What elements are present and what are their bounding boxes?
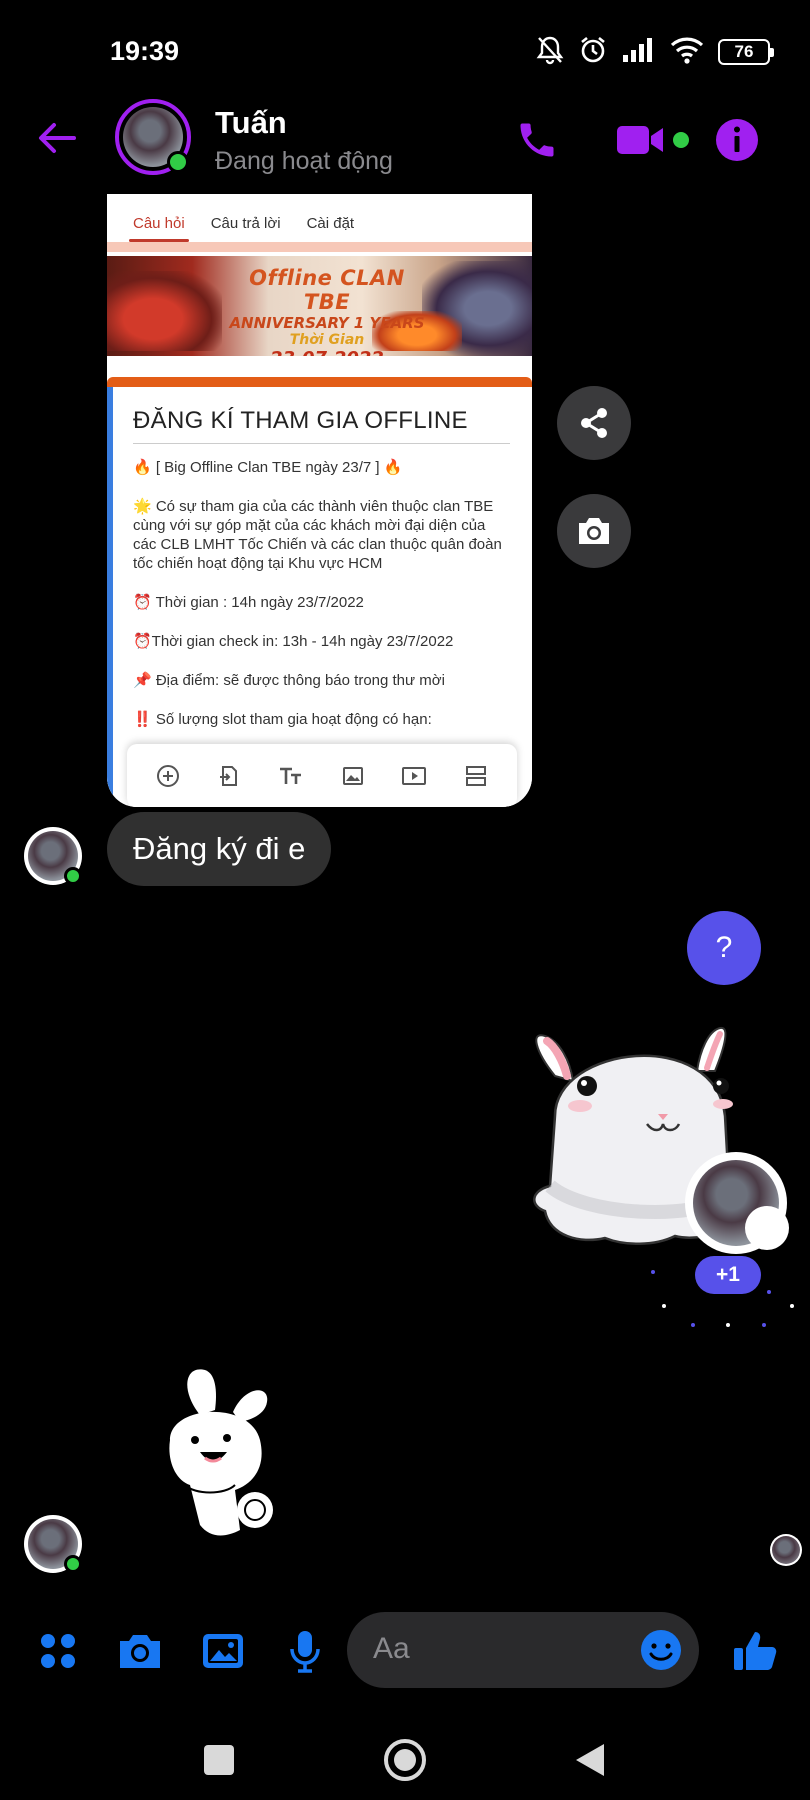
sparkle-dot [691,1323,695,1327]
triangle-back-icon [576,1744,604,1776]
gallery-button[interactable] [198,1626,248,1676]
banner-character-left [107,271,222,351]
import-icon [215,762,243,790]
event-banner: Offline CLAN TBE ANNIVERSARY 1 YEARS Thờ… [107,256,532,356]
sparkle-dot [767,1290,771,1294]
banner-text: Offline CLAN TBE ANNIVERSARY 1 YEARS Thờ… [227,266,427,356]
more-actions-button[interactable] [33,1626,83,1676]
status-icons: 76 [536,35,774,70]
emoji-button[interactable] [639,1628,683,1672]
camera-icon [579,518,609,544]
video-icon [400,762,428,790]
shared-image[interactable]: Câu hỏi Câu trả lời Cài đặt Offline CLAN… [107,194,532,807]
form-line: ⏰Thời gian check in: 13h - 14h ngày 23/7… [133,633,454,650]
online-indicator [167,151,189,173]
status-time: 19:39 [110,36,180,66]
phone-icon [520,123,554,157]
circle-home-icon [384,1739,426,1781]
form-tab-settings: Cài đặt [306,215,355,232]
online-indicator [64,867,82,885]
title-text-icon [277,762,305,790]
back-nav-button[interactable] [560,1730,620,1790]
banner-date: 23.07.2022 [227,348,427,356]
active-call-dot [673,132,689,148]
reaction-emoji: 😆 [745,1206,789,1250]
system-navigation-bar [0,1720,810,1800]
alarm-icon [578,35,608,70]
form-tab-answers: Câu trả lời [210,215,281,232]
message-composer: Aa [0,1610,810,1690]
form-divider [107,242,532,252]
form-tabs: Câu hỏi Câu trả lời Cài đặt [107,194,532,242]
voice-message-button[interactable] [280,1626,330,1676]
share-icon [581,408,607,438]
add-question-icon [154,762,182,790]
incoming-message-bubble[interactable]: Đăng ký đi e [107,812,332,886]
wifi-icon [670,36,704,69]
chat-header: Tuấn Đang hoạt động [0,95,810,195]
outgoing-message-bubble[interactable]: ? [687,911,761,985]
info-icon [716,119,758,161]
banner-title: Offline CLAN TBE [249,266,405,314]
bunny-sticker-image [169,1369,273,1536]
home-button[interactable] [375,1730,435,1790]
online-indicator [64,1555,82,1573]
video-call-button[interactable] [612,113,692,167]
thumbs-up-icon [734,1632,777,1670]
info-button[interactable] [710,113,764,167]
section-icon [462,762,490,790]
status-bar: 19:39 76 [0,0,810,95]
form-toolbar [127,744,517,807]
form-line: ‼️ Số lượng slot tham gia hoạt động có h… [133,711,432,728]
camera-button[interactable] [115,1626,165,1676]
video-camera-icon [617,126,663,154]
incoming-sticker[interactable] [155,1360,295,1540]
reactor-avatar[interactable]: 😆 [685,1152,789,1254]
form-line: 🌟 Có sự tham gia của các thành viên thuộ… [133,498,502,572]
share-button[interactable] [557,386,631,460]
form-line: 🔥 [ Big Offline Clan TBE ngày 23/7 ] 🔥 [133,459,403,476]
message-input-placeholder: Aa [373,1632,410,1665]
like-button[interactable] [730,1626,780,1676]
form-title: ĐĂNG KÍ THAM GIA OFFLINE [133,407,510,444]
save-image-button[interactable] [557,494,631,568]
back-button[interactable] [32,113,82,163]
form-line: 📌 Địa điểm: sẽ được thông báo trong thư … [133,672,445,689]
sender-avatar[interactable] [24,827,82,885]
microphone-icon [290,1631,320,1673]
square-icon [204,1745,234,1775]
image-icon [203,1634,243,1668]
signal-icon [622,37,656,68]
smiley-icon [641,1630,681,1670]
grid-dots-icon [41,1634,75,1668]
contact-status: Đang hoạt động [215,147,393,175]
bell-muted-icon [536,35,564,70]
form-accent-bar [107,377,532,387]
sender-avatar[interactable] [24,1515,82,1573]
recent-apps-button[interactable] [189,1730,249,1790]
contact-name[interactable]: Tuấn [215,105,287,141]
sparkle-dot [651,1270,655,1274]
form-line: ⏰ Thời gian : 14h ngày 23/7/2022 [133,594,364,611]
reaction-count-badge[interactable]: +1 [695,1256,761,1294]
contact-avatar[interactable] [115,99,191,175]
sparkle-dot [762,1323,766,1327]
sparkle-dot [726,1323,730,1327]
message-input[interactable]: Aa [347,1612,699,1688]
camera-icon [120,1635,160,1668]
banner-time-label: Thời Gian [289,332,365,348]
seen-by-avatar [770,1534,802,1566]
battery-icon: 76 [718,39,774,65]
form-tab-questions: Câu hỏi [129,215,189,242]
image-icon [339,762,367,790]
voice-call-button[interactable] [510,113,564,167]
sparkle-dot [662,1304,666,1308]
banner-subtitle: ANNIVERSARY 1 YEARS [229,314,425,332]
sparkle-dot [790,1304,794,1308]
avatar-image [772,1536,800,1564]
arrow-left-icon [39,123,76,153]
